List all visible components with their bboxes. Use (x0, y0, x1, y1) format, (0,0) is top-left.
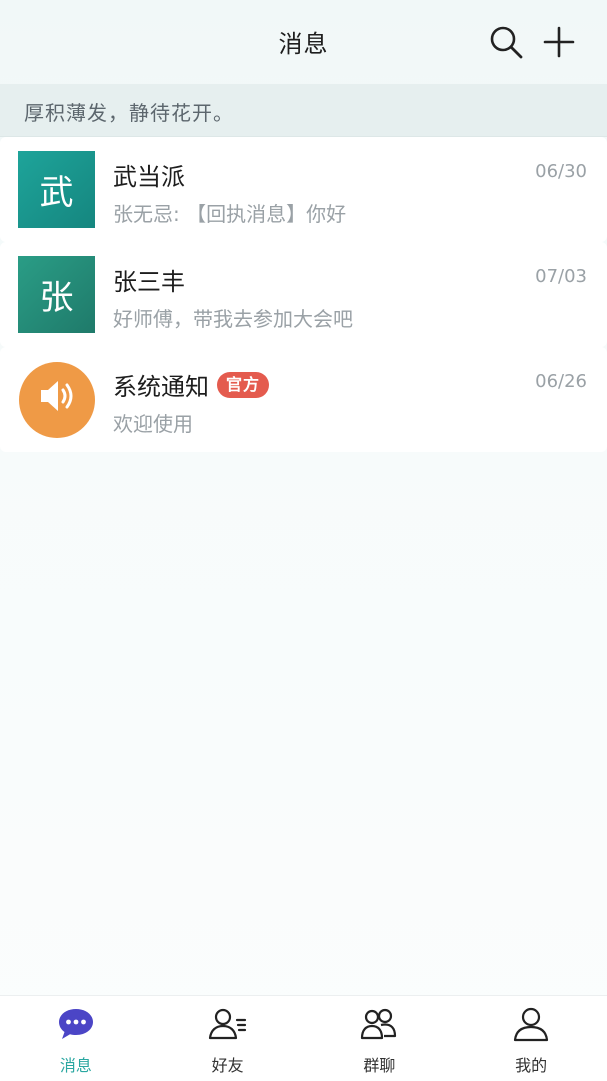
conversation-item[interactable]: 张 张三丰 好师傅，带我去参加大会吧 07/03 (0, 242, 607, 347)
conversation-name-text: 张三丰 (113, 268, 185, 296)
conversation-name-text: 系统通知 (113, 373, 209, 401)
tab-me[interactable]: 我的 (455, 996, 607, 1081)
tab-friends[interactable]: 好友 (152, 996, 304, 1081)
avatar: 武 (18, 151, 95, 228)
avatar: 张 (18, 256, 95, 333)
conversation-list: 武 武当派 张无忌: 【回执消息】你好 06/30 张 张三丰 好师傅，带我去参… (0, 137, 607, 452)
plus-icon[interactable] (541, 24, 577, 60)
conversation-item[interactable]: 系统通知 官方 欢迎使用 06/26 (0, 347, 607, 452)
conversation-item[interactable]: 武 武当派 张无忌: 【回执消息】你好 06/30 (0, 137, 607, 242)
conversation-name: 张三丰 (113, 262, 185, 297)
chat-bubble-icon (56, 1006, 96, 1042)
search-icon[interactable] (488, 24, 524, 60)
conversation-preview: 好师傅，带我去参加大会吧 (113, 307, 353, 331)
conversation-name: 系统通知 官方 (113, 367, 270, 402)
tab-groups[interactable]: 群聊 (304, 996, 456, 1081)
conversation-preview: 欢迎使用 (113, 412, 193, 436)
avatar (19, 362, 95, 438)
conversation-name-text: 武当派 (113, 163, 185, 191)
tab-label: 我的 (515, 1056, 548, 1075)
tab-label: 群聊 (363, 1056, 396, 1075)
conversation-time: 06/26 (535, 371, 587, 392)
speaker-icon (35, 374, 79, 427)
contacts-icon (208, 1006, 248, 1042)
top-bar: 消息 (0, 0, 607, 84)
tab-label: 好友 (211, 1056, 244, 1075)
motto-bar: 厚积薄发，静待花开。 (0, 84, 607, 137)
conversation-preview: 张无忌: 【回执消息】你好 (113, 202, 347, 226)
bottom-tab-bar: 消息 好友 群聊 我的 (0, 995, 607, 1081)
conversation-name: 武当派 (113, 157, 185, 192)
motto-text: 厚积薄发，静待花开。 (24, 101, 234, 125)
conversation-time: 07/03 (535, 266, 587, 287)
tab-messages[interactable]: 消息 (0, 996, 152, 1081)
conversation-time: 06/30 (535, 161, 587, 182)
official-badge: 官方 (217, 371, 270, 398)
tab-label: 消息 (59, 1056, 92, 1075)
user-icon (511, 1006, 551, 1042)
group-icon (359, 1006, 399, 1042)
